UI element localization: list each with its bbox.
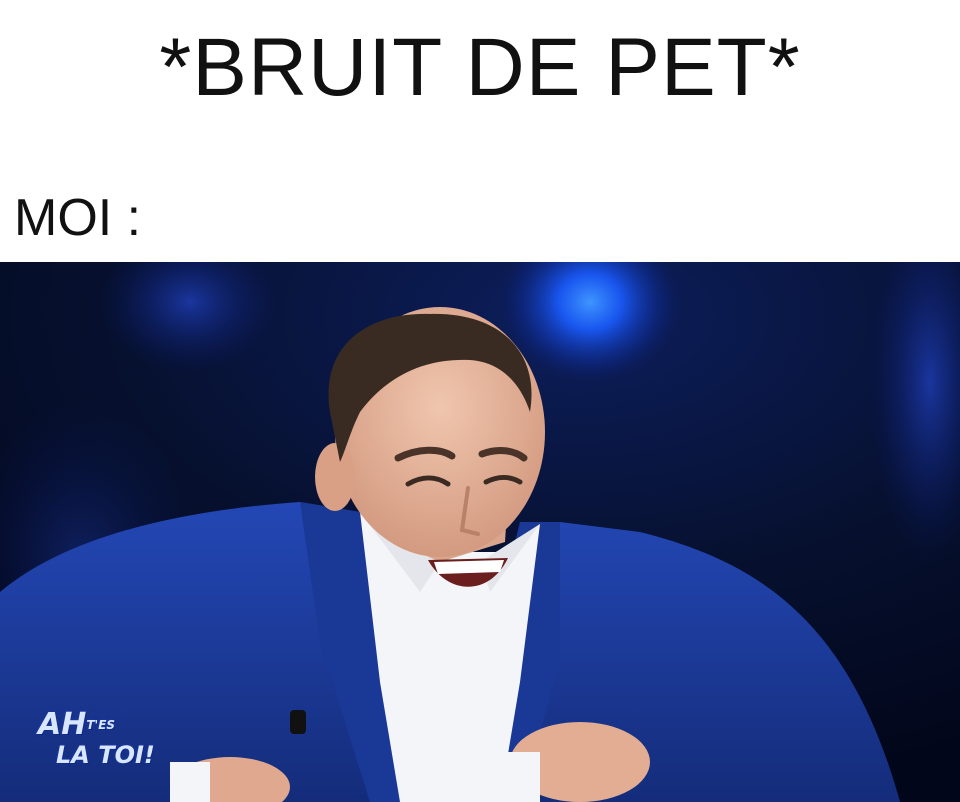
logo-line1: AHT'ES (38, 707, 116, 742)
meme-headline: *BRUIT DE PET* (159, 22, 801, 113)
ear (315, 443, 355, 511)
caption-area: *BRUIT DE PET* MOI : (0, 0, 960, 262)
logo-line2: LA TOI! (56, 741, 155, 769)
lapel-mic (290, 710, 306, 734)
reaction-photo: AHT'ES LA TOI! (0, 262, 960, 802)
meme-subline: MOI : (14, 189, 142, 247)
show-logo-watermark: AHT'ES LA TOI! (34, 708, 174, 778)
